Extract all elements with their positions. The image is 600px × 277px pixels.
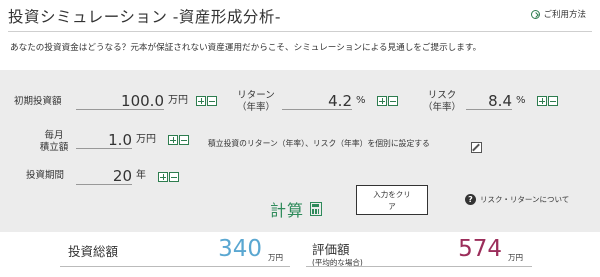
risk-value: 8.4 xyxy=(488,92,512,110)
minus-icon[interactable] xyxy=(548,96,558,106)
total-invest-value: 340 xyxy=(218,236,262,262)
return-field[interactable]: 4.2 xyxy=(282,92,352,110)
clear-button[interactable]: 入力をクリ ア xyxy=(356,185,428,215)
risk-return-link[interactable]: ? リスク・リターンについて xyxy=(465,194,569,205)
initial-field[interactable]: 100.0 xyxy=(76,92,164,110)
initial-value: 100.0 xyxy=(121,92,164,110)
return-unit: % xyxy=(356,95,366,106)
monthly-unit: 万円 xyxy=(136,134,156,145)
total-invest-unit: 万円 xyxy=(268,253,283,262)
risk-label: リスク （年率） xyxy=(422,90,461,113)
calc-button[interactable]: 計算 xyxy=(270,197,323,221)
total-invest-divider xyxy=(60,266,290,267)
risk-return-link-label: リスク・リターンについて xyxy=(480,195,570,204)
page-title: 投資シミュレーション -資産形成分析- xyxy=(8,8,281,26)
initial-unit: 万円 xyxy=(168,95,188,106)
return-value: 4.2 xyxy=(328,92,352,110)
return-stepper xyxy=(377,96,398,106)
minus-icon[interactable] xyxy=(169,172,179,182)
help-link[interactable]: ご利用方法 xyxy=(531,8,586,20)
valuation-label: 評価額 xyxy=(312,242,350,257)
arrow-right-icon xyxy=(531,9,541,19)
edit-icon xyxy=(471,142,482,153)
initial-stepper xyxy=(196,96,217,106)
plus-icon[interactable] xyxy=(158,172,168,182)
period-value: 20 xyxy=(112,167,132,185)
period-label: 投資期間 xyxy=(26,170,65,181)
total-invest-label: 投資総額 xyxy=(68,244,119,259)
monthly-value: 1.0 xyxy=(108,131,132,149)
minus-icon[interactable] xyxy=(179,135,189,145)
monthly-label: 毎月 積立額 xyxy=(39,130,69,153)
period-field[interactable]: 20 xyxy=(76,167,132,185)
period-stepper xyxy=(158,172,179,182)
monthly-field[interactable]: 1.0 xyxy=(76,131,132,149)
calculator-icon xyxy=(310,202,323,216)
valuation-value: 574 xyxy=(458,236,502,262)
title-divider xyxy=(8,31,592,32)
help-link-label: ご利用方法 xyxy=(543,10,586,20)
period-unit: 年 xyxy=(136,170,146,181)
plus-icon[interactable] xyxy=(168,135,178,145)
calc-button-label: 計算 xyxy=(270,201,305,220)
plus-icon[interactable] xyxy=(537,96,547,106)
return-label: リターン （年率） xyxy=(236,90,275,113)
minus-icon[interactable] xyxy=(207,96,217,106)
risk-stepper xyxy=(537,96,558,106)
risk-field[interactable]: 8.4 xyxy=(466,92,512,110)
monthly-stepper xyxy=(168,135,189,145)
risk-unit: % xyxy=(516,95,526,106)
individual-setting-note: 積立投資のリターン（年率）、リスク（年率）を個別に設定する xyxy=(208,139,430,148)
valuation-divider xyxy=(306,266,532,267)
individual-setting-toggle[interactable] xyxy=(471,138,482,157)
minus-icon[interactable] xyxy=(388,96,398,106)
initial-label: 初期投資額 xyxy=(14,96,62,107)
plus-icon[interactable] xyxy=(377,96,387,106)
question-icon: ? xyxy=(465,194,476,205)
valuation-unit: 万円 xyxy=(508,253,523,262)
intro-text: あなたの投資資金はどうなる？元本が保証されない資産運用だからこそ、シミュレーショ… xyxy=(10,43,482,53)
plus-icon[interactable] xyxy=(196,96,206,106)
